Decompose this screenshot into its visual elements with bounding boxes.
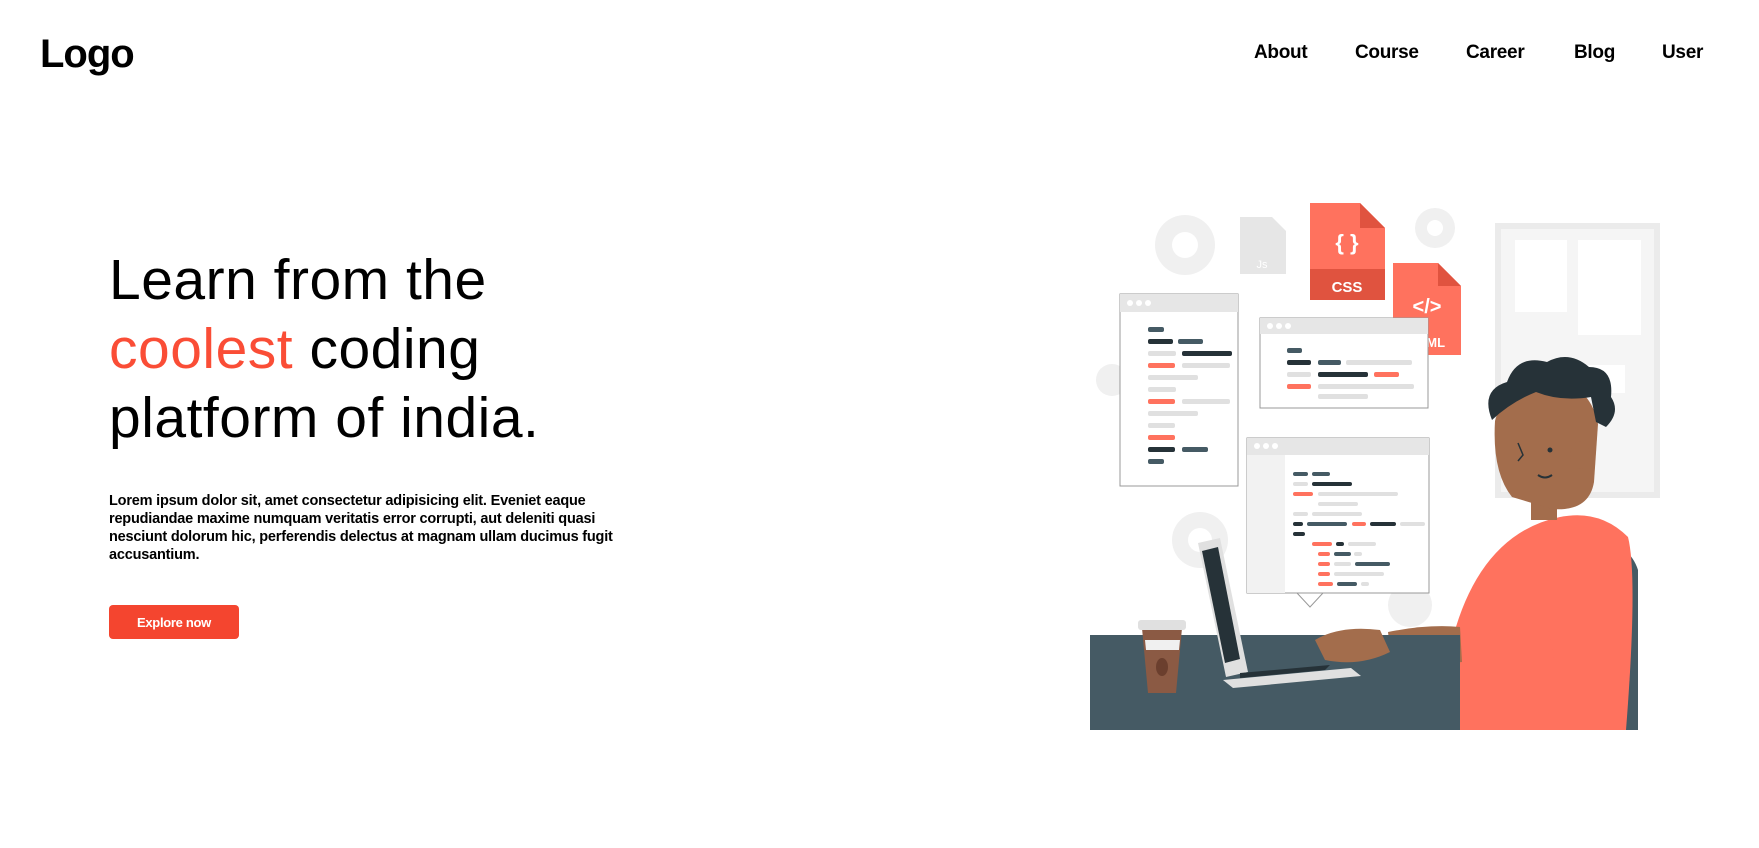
code-window (1119, 293, 1239, 487)
nav-link-user[interactable]: User (1662, 42, 1703, 64)
nav-link-course[interactable]: Course (1355, 42, 1419, 64)
nav-link-blog[interactable]: Blog (1574, 42, 1615, 64)
explore-now-button[interactable]: Explore now (109, 605, 239, 639)
code-window (1259, 317, 1429, 409)
js-file-icon: Js (1240, 217, 1286, 274)
css-label: CSS (1332, 279, 1363, 296)
html-tag-label: </> (1413, 296, 1442, 318)
css-braces-label: { } (1335, 230, 1359, 255)
hero-title-line3: platform of india. (109, 386, 540, 450)
js-label: Js (1257, 259, 1269, 271)
hero-title-line1: Learn from the (109, 248, 487, 312)
hero-title-accent: coolest (109, 317, 294, 381)
css-file-icon: { } CSS (1310, 203, 1385, 300)
hero-description: Lorem ipsum dolor sit, amet consectetur … (109, 493, 613, 563)
coding-illustration: Js { } CSS </> HTML (1090, 203, 1660, 730)
code-window (1246, 437, 1430, 608)
nav-links: About Course Career Blog User (0, 42, 1759, 72)
navbar: Logo About Course Career Blog User (0, 0, 1759, 110)
nav-link-career[interactable]: Career (1466, 42, 1525, 64)
nav-link-about[interactable]: About (1254, 42, 1308, 64)
gear-icon (1415, 208, 1455, 248)
hero-title-line2: coding (293, 317, 481, 381)
hero-title: Learn from the coolest coding platform of … (109, 246, 709, 453)
gear-icon (1155, 215, 1215, 275)
